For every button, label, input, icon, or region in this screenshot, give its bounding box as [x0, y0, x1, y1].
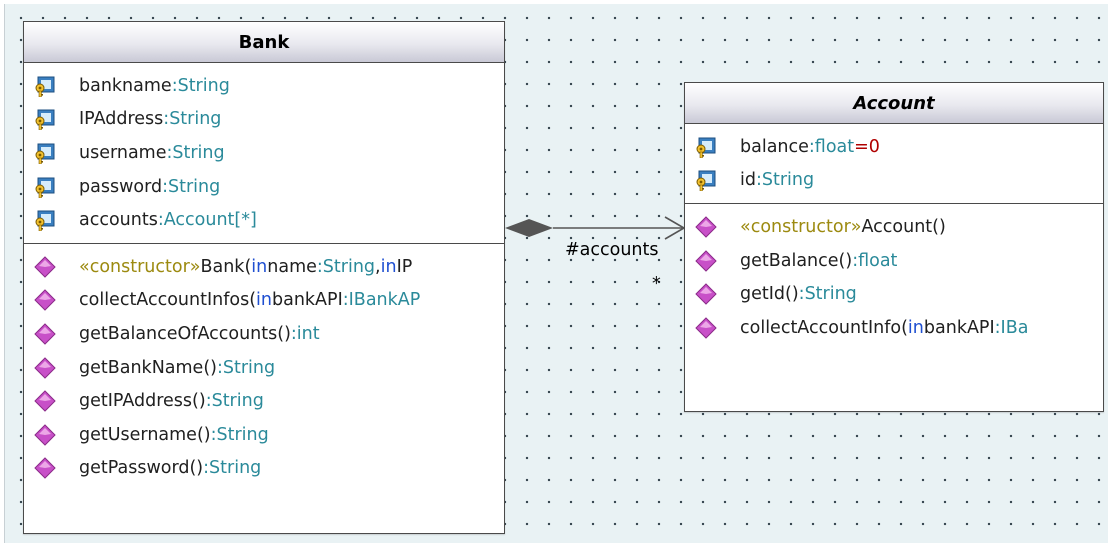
operation-row[interactable]: getId():String	[685, 277, 1103, 311]
attribute-type: :String	[163, 109, 222, 130]
association-role-label: #accounts	[565, 240, 659, 260]
operation-text-type: :String	[205, 391, 264, 412]
attribute-name: IPAddress	[79, 109, 164, 130]
class-bank-header[interactable]: Bank	[24, 22, 504, 63]
private-attribute-key-icon	[35, 177, 55, 198]
class-bank-operations: «constructor» Bank(in name:String, in IP…	[24, 244, 504, 491]
operation-diamond-icon	[34, 256, 56, 278]
operation-diamond-icon	[34, 289, 56, 312]
operation-diamond-icon	[34, 457, 56, 480]
operation-text-name: IP	[396, 256, 413, 277]
attribute-row[interactable]: id:String	[685, 164, 1103, 198]
operation-row[interactable]: collectAccountInfos(in bankAPI:IBankAP	[24, 284, 504, 318]
diagram-canvas[interactable]: #accounts * Bank bankname:String IPAddres…	[4, 4, 1108, 543]
attribute-name: password	[79, 176, 163, 197]
attribute-type: :String	[162, 176, 221, 197]
class-bank-attributes: bankname:String IPAddress:String username:…	[24, 63, 504, 244]
operation-row[interactable]: getIPAddress():String	[24, 384, 504, 418]
operation-text-stereo: «constructor»	[79, 256, 201, 277]
operation-diamond-icon	[695, 216, 717, 238]
class-account[interactable]: Account balance:float =0 id:String «constr…	[684, 82, 1104, 412]
attribute-type: :String	[755, 170, 815, 191]
attribute-name: balance	[740, 136, 809, 157]
attribute-name: id	[740, 170, 756, 191]
association-multiplicity: *	[652, 274, 661, 294]
operation-text-type: :IBankAP	[342, 290, 421, 311]
operation-text-type: :float	[852, 250, 898, 271]
operation-text-name: getBalanceOfAccounts()	[79, 323, 291, 344]
attribute-name: username	[79, 142, 167, 163]
operation-row[interactable]: getPassword():String	[24, 452, 504, 486]
class-account-operations: «constructor» Account() getBalance():floa…	[685, 204, 1103, 350]
operation-text-name: getBankName()	[79, 357, 217, 378]
private-attribute-key-icon	[696, 170, 716, 192]
private-attribute-key-icon	[35, 210, 55, 232]
operation-text-type: :String	[316, 256, 376, 277]
class-account-header[interactable]: Account	[685, 83, 1103, 124]
operation-text-type: :String	[210, 424, 269, 445]
operation-text-name: name	[267, 256, 317, 277]
private-attribute-key-icon	[696, 137, 716, 158]
private-attribute-key-icon	[35, 109, 55, 131]
attribute-row[interactable]: balance:float =0	[685, 130, 1103, 164]
operation-text-kw: in	[907, 317, 924, 338]
composition-diamond	[505, 219, 553, 237]
class-bank-name: Bank	[238, 31, 290, 53]
operation-text-type: :int	[290, 323, 320, 344]
operation-text-name: collectAccountInfo(	[740, 317, 908, 338]
operation-diamond-icon	[34, 323, 56, 345]
operation-text-kw: in	[380, 256, 397, 277]
attribute-row[interactable]: username:String	[24, 136, 504, 170]
operation-text-name: bankAPI	[272, 290, 343, 311]
operation-text-name: getPassword()	[79, 458, 204, 479]
operation-text-name: getId()	[740, 284, 799, 305]
operation-text-name: bankAPI	[923, 317, 995, 338]
class-account-attributes: balance:float =0 id:String	[685, 124, 1103, 205]
attribute-name: accounts	[79, 210, 158, 231]
class-bank[interactable]: Bank bankname:String IPAddress:String user…	[23, 21, 505, 534]
operation-text-kw: in	[251, 256, 268, 277]
attribute-row[interactable]: password:String	[24, 170, 504, 204]
operation-text-stereo: «constructor»	[740, 216, 862, 237]
attribute-type: :Account[*]	[157, 210, 257, 231]
operation-row[interactable]: getBankName():String	[24, 351, 504, 385]
operation-text-type: :String	[216, 357, 276, 378]
attribute-row[interactable]: accounts:Account[*]	[24, 203, 504, 237]
class-account-name: Account	[853, 92, 935, 114]
attribute-type: :float	[808, 136, 855, 157]
operation-text-name: Account()	[861, 216, 946, 237]
operation-diamond-icon	[34, 390, 56, 412]
attribute-default: =0	[854, 136, 880, 157]
attribute-type: :String	[171, 75, 230, 96]
attribute-type: :String	[166, 142, 225, 163]
operation-text-name: Bank(	[200, 256, 252, 277]
operation-row[interactable]: getBalance():float	[685, 244, 1103, 278]
attribute-row[interactable]: IPAddress:String	[24, 103, 504, 137]
operation-diamond-icon	[695, 249, 717, 272]
operation-text-type: :IBa	[994, 317, 1029, 338]
operation-row[interactable]: getUsername():String	[24, 418, 504, 452]
private-attribute-key-icon	[35, 143, 55, 164]
operation-text-name: getUsername()	[79, 424, 211, 445]
operation-row[interactable]: collectAccountInfo(in bankAPI:IBa	[685, 311, 1103, 345]
attribute-row[interactable]: bankname:String	[24, 69, 504, 103]
operation-text-type: :String	[203, 458, 262, 479]
operation-diamond-icon	[695, 317, 717, 339]
attribute-name: bankname	[79, 75, 172, 96]
operation-row[interactable]: «constructor» Account()	[685, 210, 1103, 244]
operation-row[interactable]: «constructor» Bank(in name:String, in IP	[24, 250, 504, 284]
operation-diamond-icon	[695, 283, 717, 305]
operation-text-name: getIPAddress()	[79, 391, 206, 412]
operation-text-type: :String	[798, 284, 857, 305]
operation-row[interactable]: getBalanceOfAccounts():int	[24, 317, 504, 351]
operation-diamond-icon	[34, 356, 56, 379]
private-attribute-key-icon	[35, 76, 55, 97]
operation-diamond-icon	[34, 424, 56, 446]
operation-text-kw: in	[256, 290, 272, 311]
operation-text-name: getBalance()	[740, 250, 853, 271]
operation-text-name: collectAccountInfos(	[79, 290, 257, 311]
